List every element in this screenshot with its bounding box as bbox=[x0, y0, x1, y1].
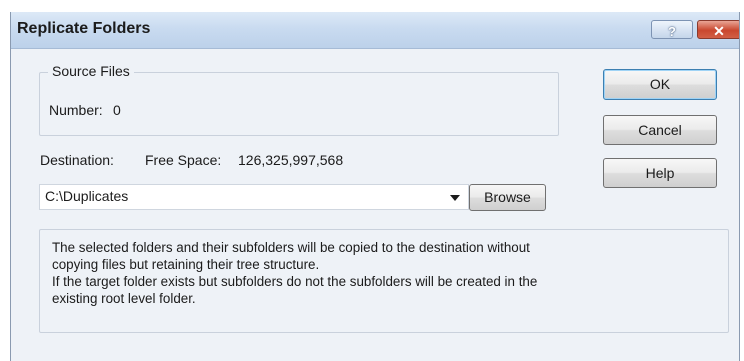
free-space-label: Free Space: bbox=[145, 152, 222, 168]
close-icon[interactable]: ✕ bbox=[697, 20, 739, 39]
info-panel: The selected folders and their subfolder… bbox=[39, 229, 729, 333]
number-value: 0 bbox=[113, 102, 121, 118]
help-icon[interactable]: ? bbox=[651, 20, 693, 39]
cancel-button[interactable]: Cancel bbox=[603, 115, 717, 145]
number-label: Number: bbox=[49, 102, 103, 118]
help-button[interactable]: Help bbox=[603, 158, 717, 188]
chevron-down-icon[interactable] bbox=[450, 195, 460, 201]
free-space-value: 126,325,997,568 bbox=[238, 152, 344, 168]
browse-button[interactable]: Browse bbox=[469, 184, 546, 211]
destination-combobox[interactable]: C:\Duplicates bbox=[39, 184, 469, 210]
dialog-title: Replicate Folders bbox=[17, 20, 151, 37]
destination-path-value: C:\Duplicates bbox=[45, 188, 129, 204]
title-bar[interactable]: Replicate Folders ? ✕ bbox=[11, 12, 739, 49]
info-line: If the target folder exists but subfolde… bbox=[52, 274, 538, 289]
source-files-group: Source Files Number: 0 bbox=[39, 63, 559, 136]
replicate-folders-dialog: Replicate Folders ? ✕ Source Files Numbe… bbox=[10, 12, 740, 361]
destination-label: Destination: bbox=[40, 152, 114, 168]
info-line: existing root level folder. bbox=[52, 291, 196, 306]
info-line: copying files but retaining their tree s… bbox=[52, 257, 320, 272]
info-line: The selected folders and their subfolder… bbox=[52, 240, 530, 255]
ok-button[interactable]: OK bbox=[603, 69, 717, 100]
source-files-caption: Source Files bbox=[48, 63, 134, 79]
